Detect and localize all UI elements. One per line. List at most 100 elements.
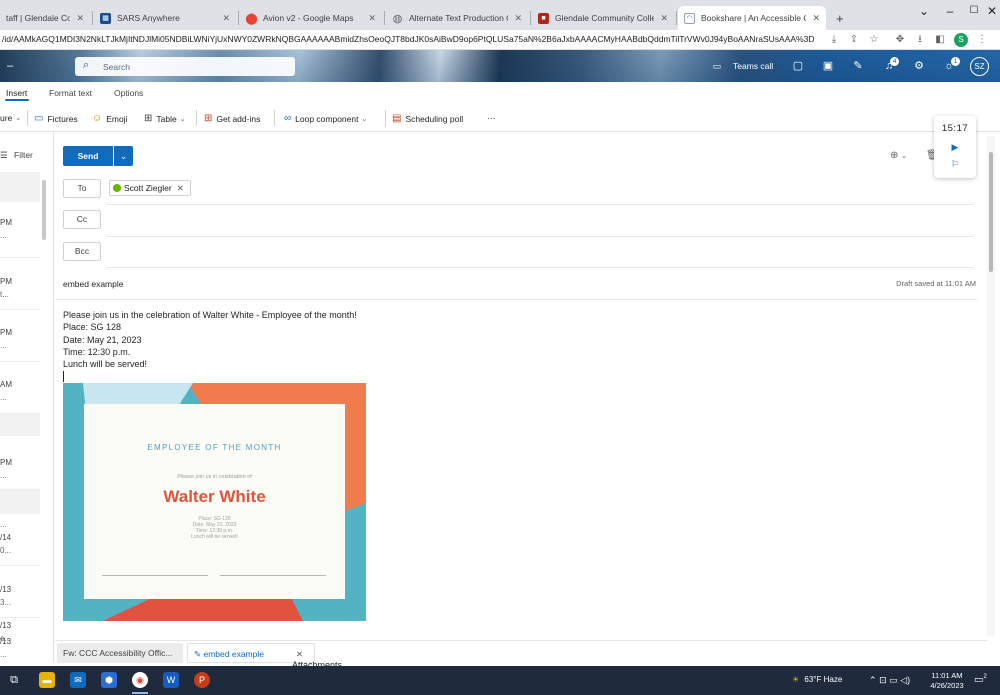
list-item[interactable]: PM ... (0, 310, 40, 362)
list-scrollbar[interactable] (42, 180, 46, 240)
chat-icon[interactable]: ▢ (790, 58, 806, 74)
tab-label: SARS Anywhere (117, 13, 180, 23)
star-icon[interactable]: ☆ (866, 32, 882, 48)
settings-app-icon[interactable]: ⬢ (101, 672, 117, 688)
browser-tab-google-maps[interactable]: ⬤ Avion v2 - Google Maps ✕ (240, 6, 382, 30)
word-app-icon[interactable]: W (163, 672, 179, 688)
chevron-up-icon: ⌃ (869, 675, 877, 685)
close-icon[interactable]: ✕ (222, 13, 230, 24)
compose-scrollbar[interactable] (987, 136, 995, 636)
scheduling-label: Scheduling poll (405, 113, 464, 124)
picture-button[interactable]: ure ⌄ (0, 113, 21, 123)
subject-field[interactable]: embed example (63, 279, 123, 289)
weather-widget[interactable]: ☀ 63°F Haze (792, 675, 842, 684)
compose-icon[interactable]: ✎ (850, 58, 866, 74)
user-avatar[interactable]: SZ (970, 57, 989, 76)
minimize-icon[interactable]: – (938, 2, 962, 20)
image-icon: ▭ (34, 113, 44, 124)
window-close-icon[interactable]: ✕ (980, 2, 1000, 20)
cc-button[interactable]: Cc (63, 210, 101, 229)
clock[interactable]: 11:01 AM 4/26/2023 (928, 671, 966, 691)
tab-insert[interactable]: Insert (6, 88, 27, 98)
browser-tab-bookshare[interactable]: ◠ Bookshare | An Accessible Onlin ✕ (678, 6, 826, 30)
list-item[interactable]: /13 3... (0, 566, 40, 618)
more-options-button[interactable]: ··· (487, 113, 496, 123)
close-icon[interactable]: ✕ (812, 13, 820, 24)
list-item[interactable]: PM t... (0, 258, 40, 310)
close-icon[interactable]: ✕ (514, 13, 522, 24)
filter-button[interactable]: ☰ Filter (0, 150, 33, 161)
list-item[interactable]: PM ... (0, 204, 40, 258)
powerpoint-icon[interactable]: P (194, 672, 210, 688)
tab-options[interactable]: Options (114, 88, 143, 98)
list-item[interactable]: PM ... (0, 436, 40, 490)
app-launcher-icon[interactable]: ‒ (4, 58, 16, 74)
more-vertical-icon[interactable]: ⋮ (974, 32, 990, 48)
side-panel-icon[interactable]: ◧ (932, 32, 948, 48)
body-line[interactable]: Date: May 21, 2023 (63, 335, 142, 345)
teams-call-button[interactable]: Teams call (733, 58, 773, 74)
list-item[interactable]: ... /14 0... (0, 514, 40, 566)
chrome-icon[interactable]: ◉ (132, 672, 148, 688)
url-field[interactable]: /id/AAMkAGQ1MDI3N2NkLTJkMjItNDJlMi05NDBi… (2, 34, 820, 44)
body-line[interactable]: Lunch will be served! (63, 359, 147, 369)
new-tab-button[interactable]: + (830, 6, 850, 30)
download-icon[interactable]: ⭳ (912, 32, 928, 48)
mail-icon[interactable]: ✉ (70, 672, 86, 688)
remove-recipient-icon[interactable]: ✕ (177, 181, 184, 195)
search-input[interactable]: Search (103, 62, 130, 72)
search-box[interactable]: ⌕ Search (75, 57, 295, 76)
browser-tab-glendale-staff[interactable]: taff | Glendale Comm ✕ (0, 6, 90, 30)
share-icon[interactable]: ⇪ (846, 32, 862, 48)
embedded-certificate-image[interactable]: EMPLOYEE OF THE MONTH Please join us in … (63, 383, 366, 621)
body-line[interactable]: Please join us in the celebration of Wal… (63, 310, 357, 320)
emoji-button[interactable]: ☺ Emoji (92, 113, 127, 124)
notification-center-icon[interactable]: ▭2 (974, 674, 987, 685)
send-button[interactable]: Send (63, 146, 113, 166)
clock-time: 11:01 AM (931, 671, 963, 680)
play-icon[interactable]: ▶ (934, 142, 976, 153)
browser-tab-alt-text[interactable]: ◍ Alternate Text Production Cente ✕ (386, 6, 528, 30)
list-item[interactable]: AM ... (0, 362, 40, 414)
browser-tab-sars[interactable]: ▦ SARS Anywhere ✕ (94, 6, 236, 30)
browser-tab-gcc[interactable]: ■ Glendale Community College | ✕ (532, 6, 674, 30)
body-line[interactable]: Place: SG 128 (63, 322, 121, 332)
pictures-button[interactable]: ▭ Fictures (34, 113, 78, 124)
scheduling-poll-button[interactable]: ▤ Scheduling poll (392, 113, 463, 124)
gear-icon[interactable]: ⚙ (911, 58, 927, 74)
to-button[interactable]: To (63, 179, 101, 198)
bookmark-icon[interactable]: ⚐ (934, 159, 976, 170)
close-icon[interactable]: ✕ (368, 13, 376, 24)
screenshot-icon[interactable]: ⤓ (826, 32, 842, 48)
body-line[interactable]: Time: 12:30 p.m. (63, 347, 130, 357)
loop-component-button[interactable]: ∞ Loop component ⌄ (284, 113, 367, 124)
globe-icon: ◍ (392, 12, 403, 25)
certificate-name: Walter White (163, 487, 266, 506)
bcc-button[interactable]: Bcc (63, 242, 101, 261)
tab-label: taff | Glendale Comm (6, 13, 71, 23)
scrollbar-thumb[interactable] (989, 152, 993, 272)
picture-label: ure (0, 113, 13, 123)
pictures-label: Fictures (47, 113, 78, 124)
get-addins-button[interactable]: ⊞ Get add-ins (204, 113, 260, 124)
zoom-button[interactable]: ⊕ ⌄ (890, 150, 907, 161)
filter-icon: ☰ (0, 150, 8, 160)
file-explorer-icon[interactable]: ▬ (39, 672, 55, 688)
table-button[interactable]: ⊞ Table ⌄ (144, 113, 186, 124)
toolbar-divider (274, 110, 275, 126)
send-options-button[interactable]: ⌄ (114, 146, 133, 166)
loop-icon: ∞ (284, 113, 292, 124)
word-icon[interactable]: ▣ (820, 58, 836, 74)
chevron-down-icon[interactable]: ⌄ (912, 2, 936, 20)
draft-tab-fw[interactable]: Fw: CCC Accessibility Offic... (57, 643, 183, 663)
recipient-chip[interactable]: Scott Ziegler ✕ (109, 180, 191, 196)
tray-icons[interactable]: ⌃ ⊡ ▭ ◁) (869, 675, 910, 686)
profile-avatar[interactable]: S (954, 33, 968, 47)
timer-widget[interactable]: 15:17 ▶ ⚐ (934, 116, 976, 178)
extensions-icon[interactable]: ✥ (892, 32, 908, 48)
task-view-icon[interactable]: ⧉ (6, 672, 22, 688)
tab-format-text[interactable]: Format text (49, 88, 92, 98)
close-icon[interactable]: ✕ (660, 13, 668, 24)
chevron-down-icon: ⌄ (179, 115, 186, 123)
close-icon[interactable]: ✕ (76, 13, 84, 24)
